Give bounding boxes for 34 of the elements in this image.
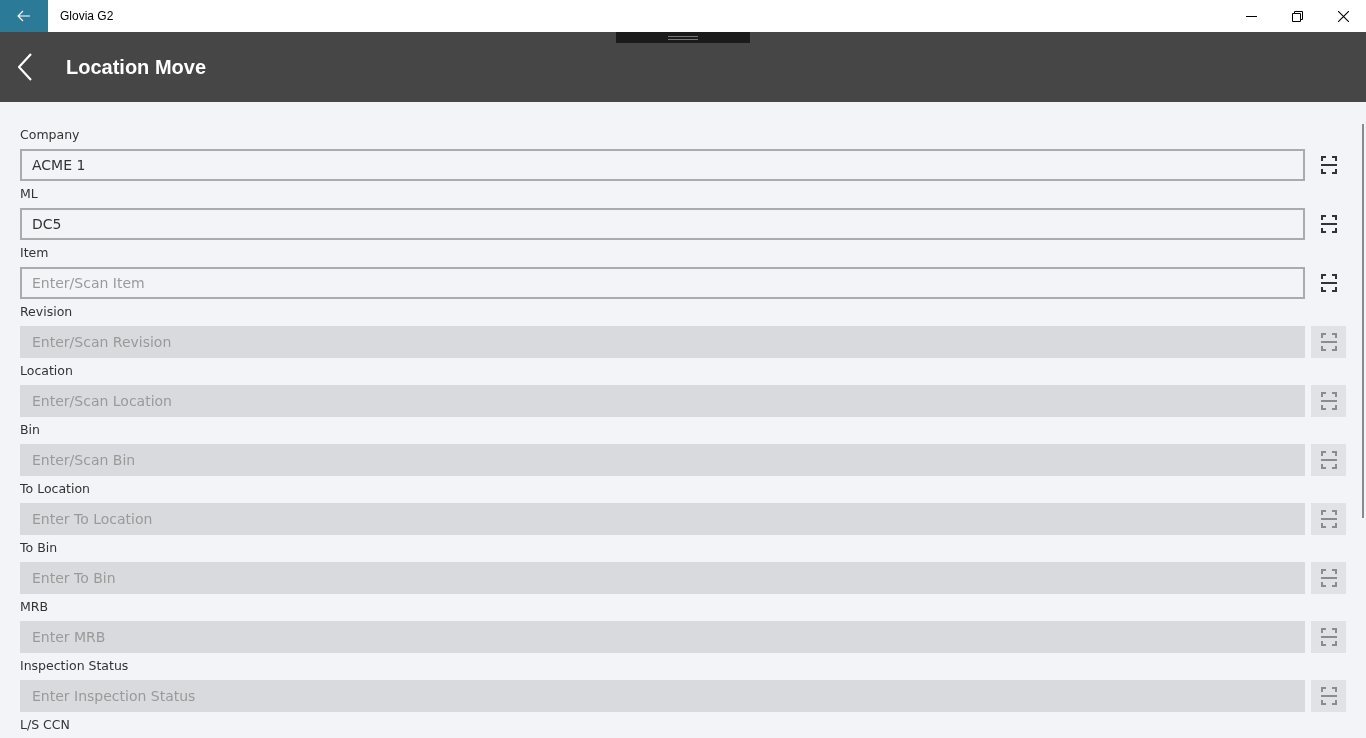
scan-icon [1320,333,1337,351]
back-button[interactable] [18,52,32,82]
drag-handle[interactable] [616,32,750,43]
scan-icon [1320,569,1337,587]
back-arrow-icon [17,10,31,22]
scan-icon [1320,156,1337,174]
field-label: L/S CCN [20,717,71,733]
window-title: Glovia G2 [60,9,114,23]
field-label: Company [20,127,81,143]
input-field[interactable]: ACME 1 [20,149,1305,181]
input-field[interactable]: DC5 [20,208,1305,240]
chevron-left-icon [18,53,32,81]
field-label: Bin [20,422,41,438]
field-label: To Location [20,481,91,497]
scan-icon [1320,392,1337,410]
scan-icon [1320,274,1337,292]
scrollbar[interactable] [1362,124,1364,518]
field-label: Location [20,363,74,379]
scan-icon [1320,215,1337,233]
field-label: Item [20,245,50,261]
close-icon [1337,10,1349,22]
field-label: To Bin [20,540,59,556]
page-title: Location Move [66,55,206,79]
input-field[interactable]: Enter/Scan Item [20,267,1305,299]
restore-icon [1291,10,1303,22]
minimize-icon [1245,15,1257,17]
scan-icon [1320,510,1337,528]
field-label: ML [20,186,39,202]
field-label: MRB [20,599,50,615]
field-label: Inspection Status [20,658,130,674]
scan-icon [1320,628,1337,646]
field-label: Revision [20,304,74,320]
scan-icon [1320,687,1337,705]
scan-icon [1320,451,1337,469]
